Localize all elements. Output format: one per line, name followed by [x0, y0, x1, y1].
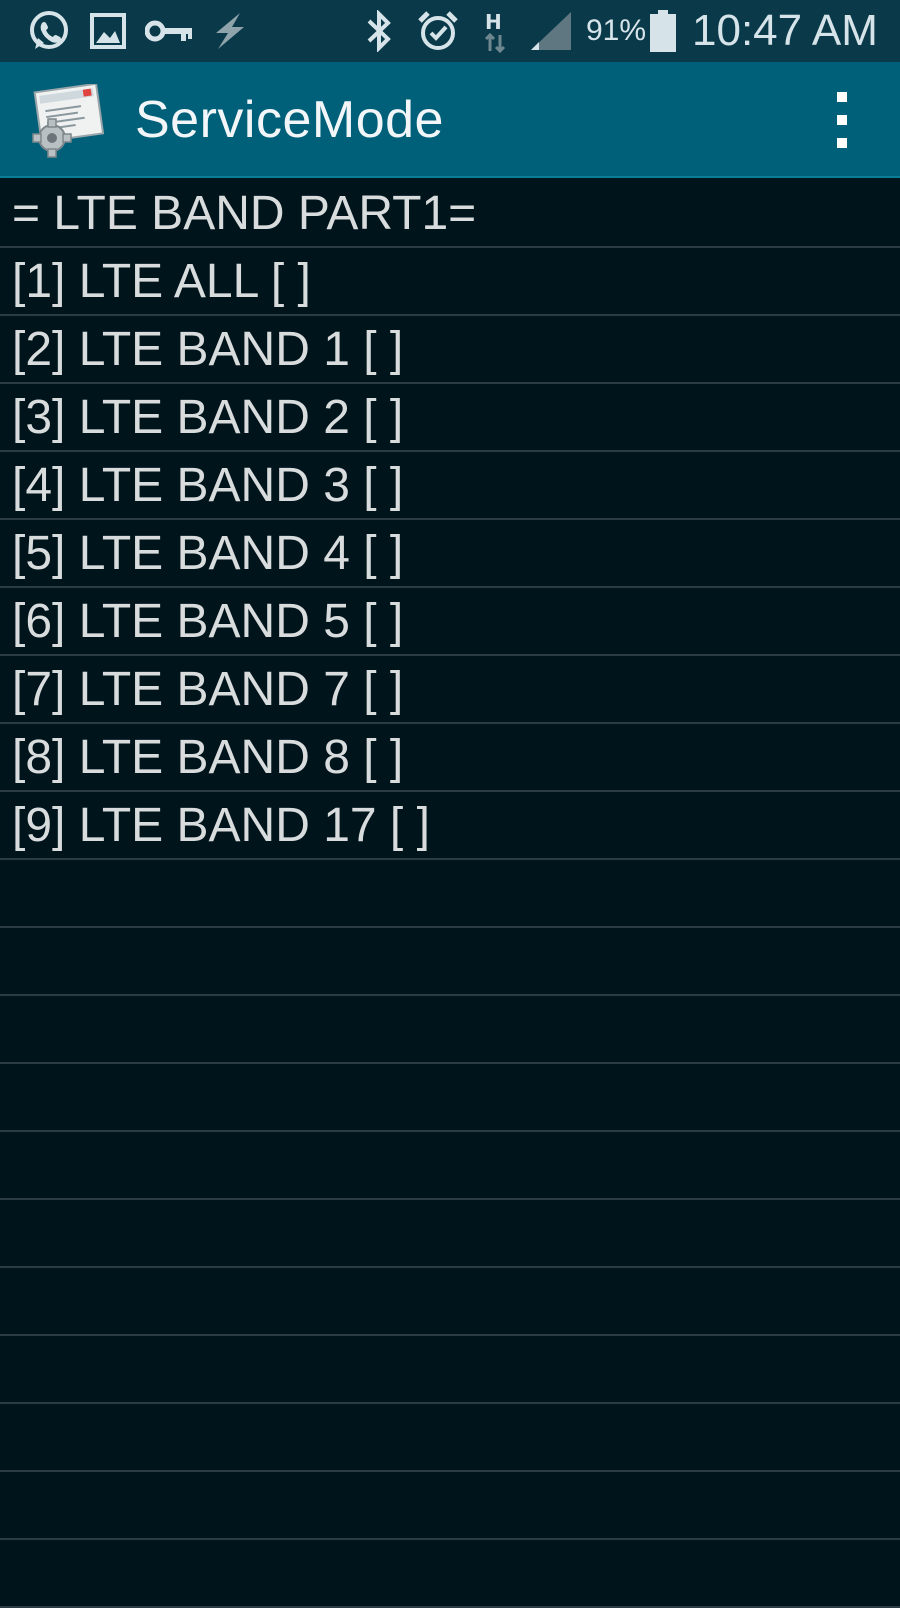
list-item-empty: [0, 1064, 900, 1132]
overflow-dot-icon: [837, 92, 847, 102]
list-item-empty: [0, 1268, 900, 1336]
key-icon: [144, 8, 196, 54]
app-bar: ServiceMode: [0, 62, 900, 178]
battery-icon: [648, 8, 678, 54]
status-bar: H 91% 10:47 AM: [0, 0, 900, 62]
overflow-menu-button[interactable]: [820, 88, 864, 152]
list-item-lte-band-7[interactable]: [7] LTE BAND 7 [ ]: [0, 656, 900, 724]
list-item-empty: [0, 996, 900, 1064]
signal-icon: [528, 8, 574, 54]
bluetooth-icon: [362, 8, 396, 54]
svg-text:H: H: [485, 10, 502, 34]
status-time: 10:47 AM: [692, 6, 878, 55]
list-item-empty: [0, 928, 900, 996]
gallery-icon: [88, 8, 128, 54]
list-item-lte-band-1[interactable]: [2] LTE BAND 1 [ ]: [0, 316, 900, 384]
list-item-lte-band-5[interactable]: [6] LTE BAND 5 [ ]: [0, 588, 900, 656]
list-item-lte-all[interactable]: [1] LTE ALL [ ]: [0, 248, 900, 316]
battery-percent: 91%: [586, 14, 647, 47]
list-item-empty: [0, 860, 900, 928]
list-item-empty: [0, 1132, 900, 1200]
list-item-empty: [0, 1472, 900, 1540]
app-title: ServiceMode: [135, 91, 444, 149]
alarm-icon: [414, 8, 462, 54]
overflow-dot-icon: [837, 138, 847, 148]
list-item-lte-band-2[interactable]: [3] LTE BAND 2 [ ]: [0, 384, 900, 452]
list-item-empty: [0, 1540, 900, 1608]
whatsapp-icon: [24, 8, 74, 54]
flash-icon: [206, 8, 252, 54]
list-item-empty: [0, 1336, 900, 1404]
list-item-lte-band-8[interactable]: [8] LTE BAND 8 [ ]: [0, 724, 900, 792]
list-item-empty: [0, 1404, 900, 1472]
list-item-lte-band-3[interactable]: [4] LTE BAND 3 [ ]: [0, 452, 900, 520]
list-header-lte-band-part1: = LTE BAND PART1=: [0, 180, 900, 248]
service-mode-app-icon: [30, 82, 106, 160]
list-item-lte-band-4[interactable]: [5] LTE BAND 4 [ ]: [0, 520, 900, 588]
service-menu-list: = LTE BAND PART1= [1] LTE ALL [ ] [2] LT…: [0, 180, 900, 1608]
list-item-empty: [0, 1200, 900, 1268]
list-item-lte-band-17[interactable]: [9] LTE BAND 17 [ ]: [0, 792, 900, 860]
h-data-icon: H: [480, 8, 510, 54]
overflow-dot-icon: [837, 115, 847, 125]
